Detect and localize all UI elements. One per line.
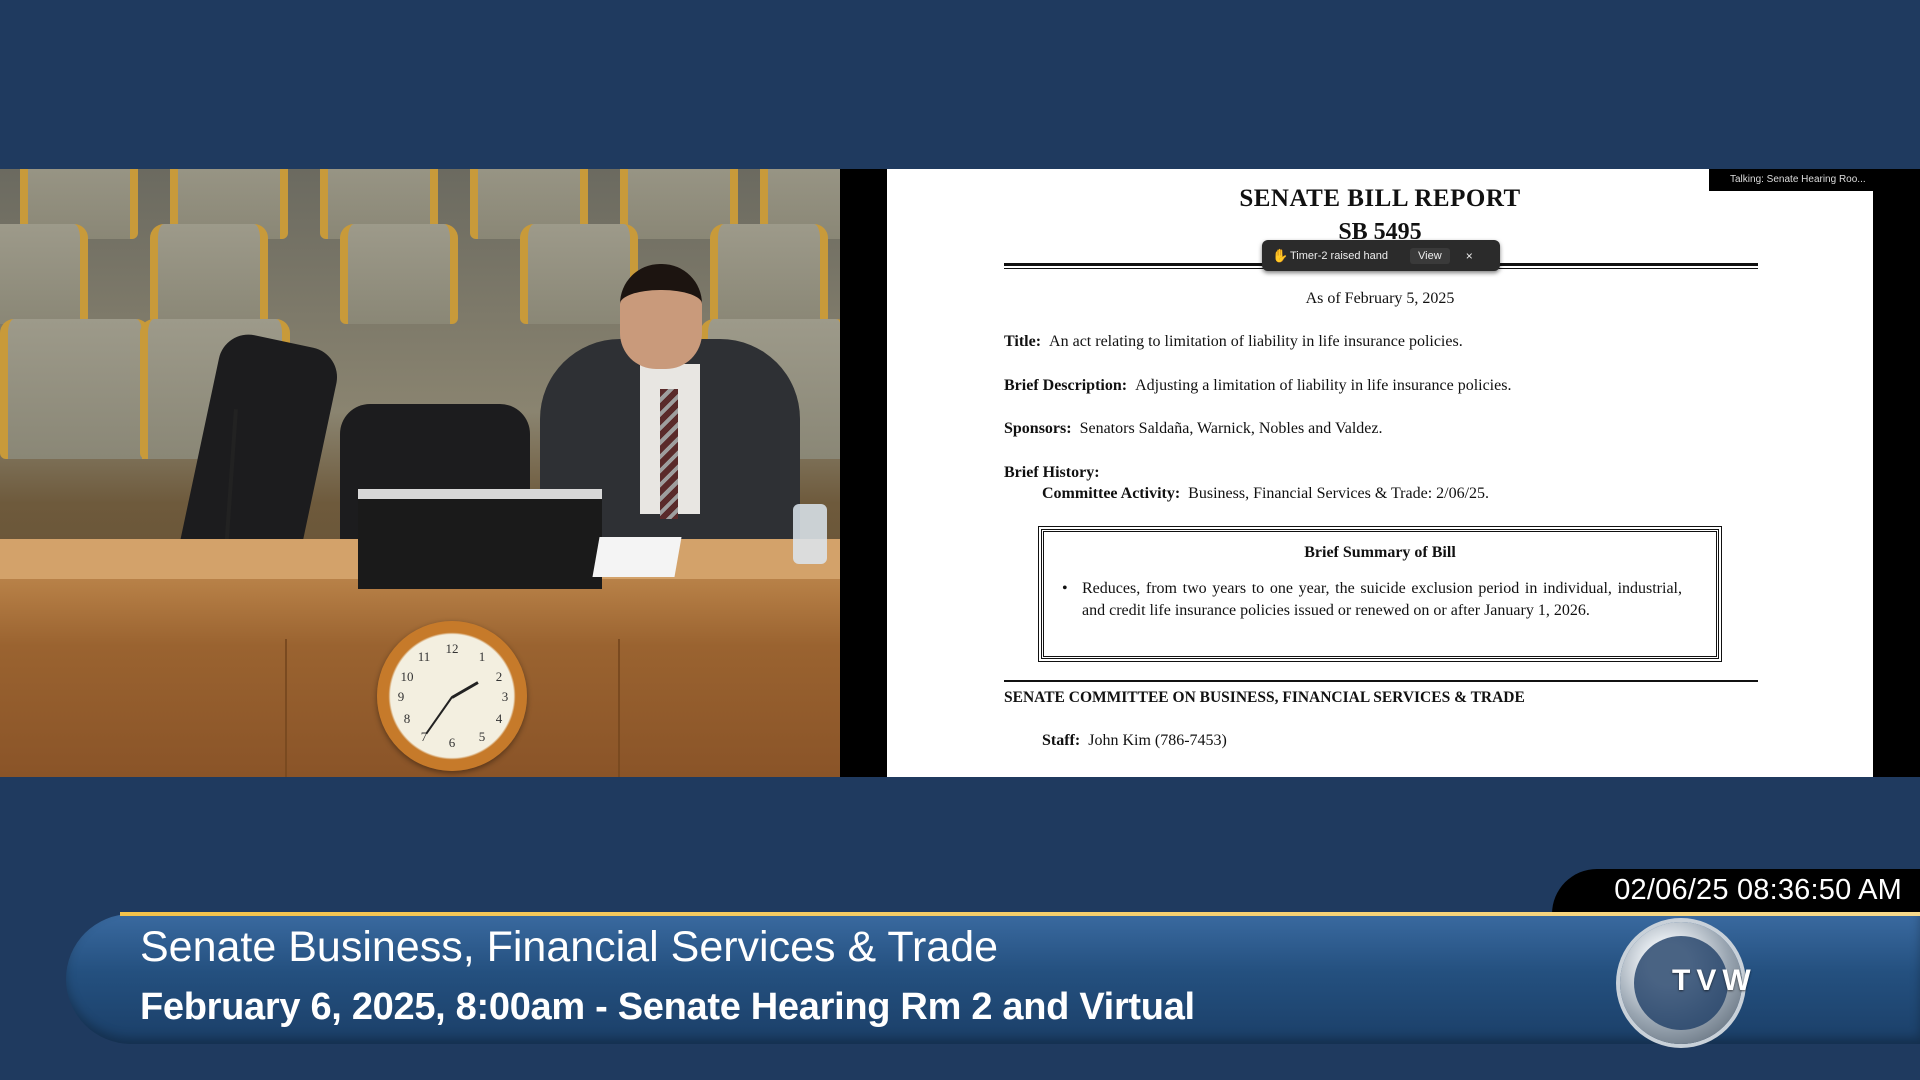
brief-description-text: Adjusting a limitation of liability in l… (1135, 377, 1512, 394)
raised-hand-icon: ✋ (1272, 247, 1289, 263)
accent-line (120, 912, 1920, 916)
timestamp-bar: 02/06/25 08:36:50 AM (1552, 869, 1920, 914)
chair-row-middle (0, 224, 840, 334)
brief-history-label: Brief History: (1004, 464, 1100, 481)
staff-line: Staff: John Kim (786-7453) (1042, 732, 1227, 750)
committee-activity-text: Business, Financial Services & Trade: 2/… (1188, 485, 1490, 502)
title-label: Title: (1004, 333, 1042, 350)
monitor (358, 489, 602, 589)
sponsors-text: Senators Saldaña, Warnick, Nobles and Va… (1079, 420, 1383, 437)
talking-indicator: Talking: Senate Hearing Roo... (1709, 169, 1920, 191)
close-icon[interactable]: × (1466, 249, 1473, 263)
brief-description-label: Brief Description: (1004, 377, 1128, 394)
summary-bullet: Reduces, from two years to one year, the… (1062, 578, 1682, 622)
title-text: An act relating to limitation of liabili… (1049, 333, 1463, 350)
raise-hand-notification: ✋ Timer-2 raised hand View × (1262, 240, 1500, 271)
brief-summary-box: Brief Summary of Bill Reduces, from two … (1038, 526, 1722, 662)
divider (1004, 680, 1758, 682)
as-of-date: As of February 5, 2025 (1305, 290, 1455, 307)
sponsors-label: Sponsors: (1004, 420, 1072, 437)
committee-heading: SENATE COMMITTEE ON BUSINESS, FINANCIAL … (1004, 689, 1525, 706)
person-head (620, 264, 702, 369)
sponsors-line: Sponsors: Senators Saldaña, Warnick, Nobl… (1004, 420, 1383, 438)
staff-label: Staff: (1042, 732, 1081, 749)
hearing-subtitle: February 6, 2025, 8:00am - Senate Hearin… (140, 986, 1195, 1028)
committee-activity-line: Committee Activity: Business, Financial S… (1042, 485, 1489, 503)
staff-text: John Kim (786-7453) (1088, 732, 1227, 749)
raise-hand-message: Timer-2 raised hand (1290, 249, 1389, 262)
brief-description-line: Brief Description: Adjusting a limitation… (1004, 377, 1511, 395)
sanitizer-bottle (793, 504, 827, 564)
summary-title: Brief Summary of Bill (1304, 544, 1456, 561)
timestamp: 02/06/25 08:36:50 AM (1614, 874, 1902, 906)
wall-clock: 12 1 2 3 4 5 6 7 8 9 10 11 (377, 621, 527, 771)
brief-history-line: Brief History: (1004, 464, 1108, 482)
title-line: Title: An act relating to limitation of l… (1004, 333, 1463, 351)
committee-activity-label: Committee Activity: (1042, 485, 1181, 502)
camera-feed: 12 1 2 3 4 5 6 7 8 9 10 11 (0, 169, 840, 777)
hearing-title: Senate Business, Financial Services & Tr… (140, 923, 999, 971)
view-button[interactable]: View (1410, 247, 1450, 264)
tvw-logo-text: TVW (1672, 964, 1757, 997)
